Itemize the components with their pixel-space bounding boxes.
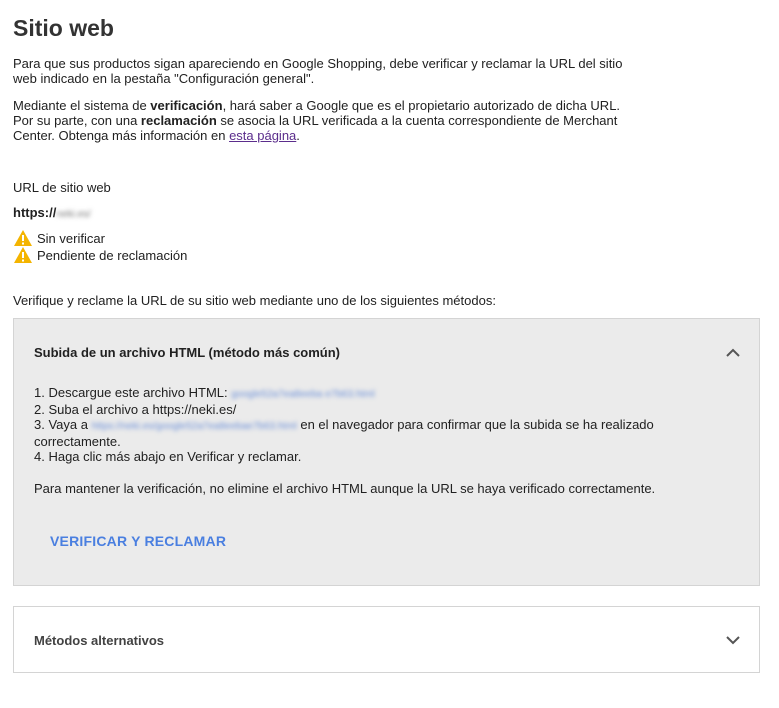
url-label: URL de sitio web: [13, 180, 111, 195]
chevron-down-icon[interactable]: [725, 632, 741, 648]
url-prefix: https://: [13, 205, 57, 220]
intro-paragraph: Para que sus productos sigan apareciendo…: [13, 56, 623, 86]
alternative-methods-panel[interactable]: Métodos alternativos: [13, 606, 760, 673]
steps-list: 1. Descargue este archivo HTML: google52…: [34, 385, 734, 464]
url-redacted: neki.es/: [56, 209, 91, 220]
step-text: 1. Descargue este archivo HTML:: [34, 385, 232, 400]
html-upload-header[interactable]: Subida de un archivo HTML (método más co…: [34, 345, 340, 360]
verification-info-paragraph: Mediante el sistema de verificación, har…: [13, 98, 643, 143]
step-3: 3. Vaya a https://neki.es/google52a7ea8e…: [34, 417, 734, 449]
step-1: 1. Descargue este archivo HTML: google52…: [34, 385, 734, 402]
bold-verification: verificación: [150, 98, 223, 113]
intro-text: Mediante el sistema de: [13, 98, 151, 113]
page-title: Sitio web: [13, 15, 114, 41]
step-text: 3. Vaya a: [34, 417, 92, 432]
site-url: https://neki.es/: [13, 205, 91, 222]
warning-icon: [14, 247, 32, 263]
methods-intro: Verifique y reclame la URL de su sitio w…: [13, 293, 496, 308]
html-file-download-link[interactable]: google52a7ea8eeba e7b63.html: [231, 387, 374, 402]
status-pending-claim: Pendiente de reclamación: [13, 246, 187, 264]
chevron-up-icon[interactable]: [725, 345, 741, 361]
step-2: 2. Suba el archivo a https://neki.es/: [34, 402, 237, 417]
more-info-link[interactable]: esta página: [229, 128, 296, 143]
warning-icon: [14, 230, 32, 246]
keep-verification-note: Para mantener la verificación, no elimin…: [34, 481, 656, 496]
bold-claim: reclamación: [140, 113, 217, 128]
status-label: Pendiente de reclamación: [37, 247, 188, 263]
verify-and-claim-button[interactable]: VERIFICAR Y RECLAMAR: [50, 533, 226, 549]
status-unverified: Sin verificar: [13, 229, 105, 247]
status-label: Sin verificar: [37, 230, 105, 246]
html-upload-panel: Subida de un archivo HTML (método más co…: [13, 318, 760, 586]
step-4: 4. Haga clic más abajo en Verificar y re…: [34, 449, 302, 464]
html-file-url-link[interactable]: https://neki.es/google52a7ea8eebae7b63.h…: [92, 419, 297, 434]
alternative-methods-header[interactable]: Métodos alternativos: [34, 633, 164, 648]
intro-text: .: [296, 128, 300, 143]
